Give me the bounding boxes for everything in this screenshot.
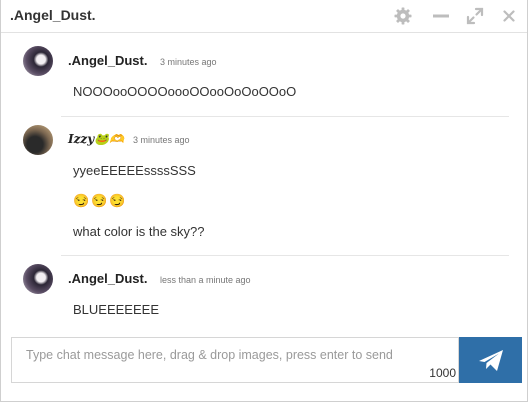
chat-window: .Angel_Dust. .Angel_Dust. 3 minutes ago … [0, 0, 528, 402]
chat-title: .Angel_Dust. [10, 7, 96, 23]
message-text: BLUEEEEEEE [73, 302, 159, 317]
message-list[interactable]: .Angel_Dust. 3 minutes ago NOOOooOOOOooo… [1, 33, 527, 333]
chat-input[interactable] [12, 338, 458, 382]
char-counter: 1000 [429, 366, 456, 380]
avatar[interactable] [23, 125, 53, 155]
paper-plane-icon [479, 350, 503, 371]
message-divider [61, 116, 509, 117]
expand-icon[interactable] [465, 6, 485, 26]
message-author[interactable]: .Angel_Dust. [68, 53, 147, 68]
message-timestamp: 3 minutes ago [160, 57, 217, 67]
message-text: yyeeEEEEEssssSSS [73, 163, 196, 178]
message-timestamp: less than a minute ago [160, 275, 251, 285]
message-composer: 1000 [11, 337, 459, 383]
message-author[interactable]: .Angel_Dust. [68, 271, 147, 286]
message-divider [61, 255, 509, 256]
avatar[interactable] [23, 264, 53, 294]
title-bar: .Angel_Dust. [1, 0, 527, 33]
minimize-icon[interactable] [431, 6, 451, 26]
message-timestamp: 3 minutes ago [133, 135, 190, 145]
avatar[interactable] [23, 46, 53, 76]
close-icon[interactable] [499, 6, 519, 26]
message-author[interactable]: Izzy🐸🫶 [68, 132, 124, 146]
gear-icon[interactable] [393, 6, 413, 26]
message-text: NOOOooOOOOoooOOooOoOoOOoO [73, 84, 297, 99]
send-button[interactable] [459, 337, 522, 383]
message-emoji: 😏😏😏 [73, 193, 128, 208]
message-text: what color is the sky?? [73, 224, 205, 239]
